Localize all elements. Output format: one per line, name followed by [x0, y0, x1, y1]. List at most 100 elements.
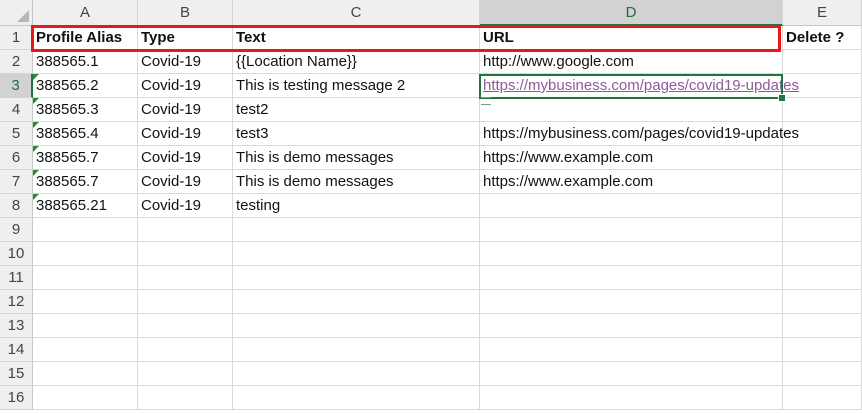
- cell-a6[interactable]: 388565.7: [33, 146, 138, 170]
- cell-d13[interactable]: [480, 314, 783, 338]
- cell-b10[interactable]: [138, 242, 233, 266]
- cell-a12[interactable]: [33, 290, 138, 314]
- cell-e5[interactable]: [783, 122, 862, 146]
- cell-d11[interactable]: [480, 266, 783, 290]
- cell-a14[interactable]: [33, 338, 138, 362]
- cell-e1-delete-header[interactable]: Delete ?: [783, 26, 862, 50]
- cell-e6[interactable]: [783, 146, 862, 170]
- row-header-3[interactable]: 3: [0, 74, 33, 98]
- cell-d15[interactable]: [480, 362, 783, 386]
- cell-b14[interactable]: [138, 338, 233, 362]
- cell-d8[interactable]: [480, 194, 783, 218]
- cell-e14[interactable]: [783, 338, 862, 362]
- text-number-warning-icon[interactable]: [33, 74, 39, 80]
- cell-b3[interactable]: Covid-19: [138, 74, 233, 98]
- cell-c8[interactable]: testing: [233, 194, 480, 218]
- cell-e13[interactable]: [783, 314, 862, 338]
- cell-c9[interactable]: [233, 218, 480, 242]
- fill-handle[interactable]: [778, 94, 786, 102]
- cell-c6[interactable]: This is demo messages: [233, 146, 480, 170]
- row-header-5[interactable]: 5: [0, 122, 33, 146]
- cell-b7[interactable]: Covid-19: [138, 170, 233, 194]
- select-all-corner[interactable]: [0, 0, 33, 26]
- column-header-e[interactable]: E: [783, 0, 862, 26]
- text-number-warning-icon[interactable]: [33, 170, 39, 176]
- cell-d4[interactable]: [480, 98, 783, 122]
- cell-e8[interactable]: [783, 194, 862, 218]
- cell-a9[interactable]: [33, 218, 138, 242]
- cell-e16[interactable]: [783, 386, 862, 410]
- cell-c11[interactable]: [233, 266, 480, 290]
- cell-b12[interactable]: [138, 290, 233, 314]
- cell-c13[interactable]: [233, 314, 480, 338]
- row-header-14[interactable]: 14: [0, 338, 33, 362]
- text-number-warning-icon[interactable]: [33, 194, 39, 200]
- cell-c14[interactable]: [233, 338, 480, 362]
- cell-d1-url-header[interactable]: URL: [480, 26, 783, 50]
- cell-a13[interactable]: [33, 314, 138, 338]
- cell-b13[interactable]: [138, 314, 233, 338]
- cell-d7[interactable]: https://www.example.com: [480, 170, 783, 194]
- cell-e7[interactable]: [783, 170, 862, 194]
- cell-b16[interactable]: [138, 386, 233, 410]
- cell-a16[interactable]: [33, 386, 138, 410]
- cell-a4[interactable]: 388565.3: [33, 98, 138, 122]
- cell-d10[interactable]: [480, 242, 783, 266]
- cell-b8[interactable]: Covid-19: [138, 194, 233, 218]
- cell-d9[interactable]: [480, 218, 783, 242]
- column-header-d[interactable]: D: [480, 0, 783, 26]
- text-number-warning-icon[interactable]: [33, 98, 39, 104]
- row-header-6[interactable]: 6: [0, 146, 33, 170]
- cell-c4[interactable]: test2: [233, 98, 480, 122]
- cell-a8[interactable]: 388565.21: [33, 194, 138, 218]
- row-header-11[interactable]: 11: [0, 266, 33, 290]
- cell-b6[interactable]: Covid-19: [138, 146, 233, 170]
- row-header-9[interactable]: 9: [0, 218, 33, 242]
- row-header-12[interactable]: 12: [0, 290, 33, 314]
- cell-d3-hyperlink[interactable]: https://mybusiness.com/pages/covid19-upd…: [480, 74, 799, 98]
- cell-c15[interactable]: [233, 362, 480, 386]
- cell-e15[interactable]: [783, 362, 862, 386]
- text-number-warning-icon[interactable]: [33, 146, 39, 152]
- cell-a2[interactable]: 388565.1: [33, 50, 138, 74]
- cell-e2[interactable]: [783, 50, 862, 74]
- cell-a7[interactable]: 388565.7: [33, 170, 138, 194]
- column-header-c[interactable]: C: [233, 0, 480, 26]
- row-header-8[interactable]: 8: [0, 194, 33, 218]
- row-header-13[interactable]: 13: [0, 314, 33, 338]
- cell-e3[interactable]: [783, 74, 862, 98]
- cell-a1-profile-alias-header[interactable]: Profile Alias: [33, 26, 138, 50]
- row-header-10[interactable]: 10: [0, 242, 33, 266]
- cell-c7[interactable]: This is demo messages: [233, 170, 480, 194]
- row-header-1[interactable]: 1: [0, 26, 33, 50]
- cell-c10[interactable]: [233, 242, 480, 266]
- cell-d14[interactable]: [480, 338, 783, 362]
- cell-a15[interactable]: [33, 362, 138, 386]
- cell-b4[interactable]: Covid-19: [138, 98, 233, 122]
- row-header-2[interactable]: 2: [0, 50, 33, 74]
- cell-c16[interactable]: [233, 386, 480, 410]
- cell-d6[interactable]: https://www.example.com: [480, 146, 783, 170]
- cell-e4[interactable]: [783, 98, 862, 122]
- column-header-b[interactable]: B: [138, 0, 233, 26]
- cell-b2[interactable]: Covid-19: [138, 50, 233, 74]
- column-header-a[interactable]: A: [33, 0, 138, 26]
- cell-c1-text-header[interactable]: Text: [233, 26, 480, 50]
- paste-options-icon[interactable]: [481, 97, 491, 105]
- cell-c5[interactable]: test3: [233, 122, 480, 146]
- cell-e9[interactable]: [783, 218, 862, 242]
- cell-b1-type-header[interactable]: Type: [138, 26, 233, 50]
- cell-b5[interactable]: Covid-19: [138, 122, 233, 146]
- cell-b15[interactable]: [138, 362, 233, 386]
- cell-e10[interactable]: [783, 242, 862, 266]
- cell-d16[interactable]: [480, 386, 783, 410]
- row-header-15[interactable]: 15: [0, 362, 33, 386]
- cell-b9[interactable]: [138, 218, 233, 242]
- cell-a10[interactable]: [33, 242, 138, 266]
- cell-c2[interactable]: {{Location Name}}: [233, 50, 480, 74]
- cell-a11[interactable]: [33, 266, 138, 290]
- cell-d5[interactable]: https://mybusiness.com/pages/covid19-upd…: [480, 122, 799, 146]
- cell-d2[interactable]: http://www.google.com: [480, 50, 783, 74]
- row-header-16[interactable]: 16: [0, 386, 33, 410]
- row-header-4[interactable]: 4: [0, 98, 33, 122]
